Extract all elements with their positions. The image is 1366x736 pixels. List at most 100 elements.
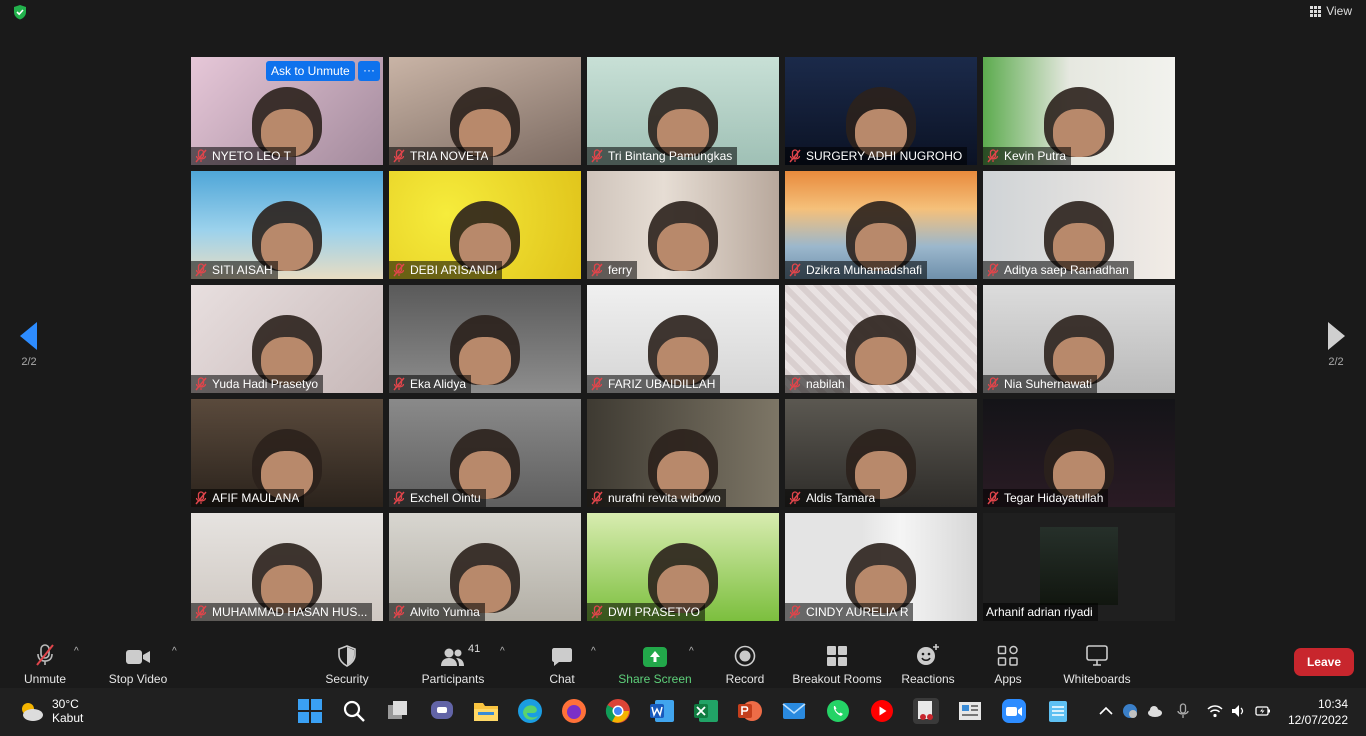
participant-name-bar: Nia Suhernawati bbox=[983, 375, 1098, 393]
apps-button[interactable]: Apps bbox=[988, 638, 1028, 686]
edge-browser-icon[interactable] bbox=[517, 698, 543, 724]
microphone-muted-icon bbox=[393, 491, 405, 505]
microphone-muted-icon bbox=[393, 149, 405, 163]
page-indicator-right: 2/2 bbox=[1328, 356, 1344, 368]
participant-tile[interactable]: Exchell Ointu bbox=[389, 399, 581, 507]
unmute-button[interactable]: Unmute bbox=[22, 638, 68, 686]
participant-tile[interactable]: FARIZ UBAIDILLAH bbox=[587, 285, 779, 393]
participant-name-bar: CINDY AURELIA R bbox=[785, 603, 914, 621]
start-icon[interactable] bbox=[297, 698, 323, 724]
wifi-icon[interactable] bbox=[1207, 703, 1223, 719]
next-page[interactable]: 2/2 bbox=[1316, 322, 1356, 368]
video-camera-icon bbox=[126, 650, 150, 664]
participant-name: NYETO LEO T bbox=[212, 149, 291, 163]
person-face bbox=[657, 223, 709, 271]
weather-widget[interactable]: 30°C Kabut bbox=[18, 697, 83, 725]
battery-charging-icon[interactable] bbox=[1255, 703, 1271, 719]
view-label: View bbox=[1326, 4, 1352, 18]
video-options-caret[interactable]: ^ bbox=[172, 646, 177, 657]
chat-options-caret[interactable]: ^ bbox=[591, 646, 596, 657]
share-options-caret[interactable]: ^ bbox=[689, 646, 694, 657]
news-app-icon[interactable] bbox=[957, 698, 983, 724]
participant-tile[interactable]: CINDY AURELIA R bbox=[785, 513, 977, 621]
microphone-muted-icon bbox=[789, 263, 801, 277]
participant-tile[interactable]: Dzikra Muhamadshafi bbox=[785, 171, 977, 279]
participant-tile[interactable]: Kevin Putra bbox=[983, 57, 1175, 165]
apps-label: Apps bbox=[994, 672, 1022, 686]
chat-bubble-icon bbox=[552, 648, 572, 666]
network-globe-icon[interactable] bbox=[1122, 703, 1138, 719]
previous-page[interactable]: 2/2 bbox=[9, 322, 49, 368]
time: 10:34 bbox=[1317, 697, 1348, 711]
reactions-button[interactable]: Reactions bbox=[898, 638, 958, 686]
chat-button[interactable]: Chat bbox=[542, 638, 582, 686]
whatsapp-icon[interactable] bbox=[825, 698, 851, 724]
participant-tile[interactable]: nurafni revita wibowo bbox=[587, 399, 779, 507]
word-icon[interactable] bbox=[649, 698, 675, 724]
participants-options-caret[interactable]: ^ bbox=[500, 646, 505, 657]
show-hidden-icons-chevron[interactable] bbox=[1098, 703, 1114, 719]
encryption-shield-icon[interactable] bbox=[12, 4, 28, 20]
participant-tile[interactable]: ferry bbox=[587, 171, 779, 279]
participant-name: Aditya saep Ramadhan bbox=[1004, 263, 1129, 277]
clock[interactable]: 10:34 12/07/2022 bbox=[1288, 696, 1348, 728]
zoom-icon[interactable] bbox=[1001, 698, 1027, 724]
task-view-icon[interactable] bbox=[385, 698, 411, 724]
participant-tile[interactable]: TRIA NOVETA bbox=[389, 57, 581, 165]
view-button[interactable]: View bbox=[1310, 4, 1352, 18]
unmute-label: Unmute bbox=[23, 672, 67, 686]
participant-tile[interactable]: NYETO LEO T Ask to Unmute ··· bbox=[191, 57, 383, 165]
mail-icon[interactable] bbox=[781, 698, 807, 724]
participant-tile[interactable]: nabilah bbox=[785, 285, 977, 393]
participant-name-bar: Eka Alidya bbox=[389, 375, 472, 393]
participant-tile[interactable]: Tegar Hidayatullah bbox=[983, 399, 1175, 507]
security-button[interactable]: Security bbox=[322, 638, 372, 686]
youtube-music-icon[interactable] bbox=[869, 698, 895, 724]
microphone-muted-icon bbox=[195, 263, 207, 277]
whiteboards-button[interactable]: Whiteboards bbox=[1060, 638, 1134, 686]
participant-tile[interactable]: Aditya saep Ramadhan bbox=[983, 171, 1175, 279]
participant-name-bar: Alvito Yumna bbox=[389, 603, 485, 621]
volume-icon[interactable] bbox=[1230, 703, 1246, 719]
chrome-icon[interactable] bbox=[605, 698, 631, 724]
participant-tile[interactable]: MUHAMMAD HASAN HUS... bbox=[191, 513, 383, 621]
leave-button[interactable]: Leave bbox=[1293, 648, 1354, 676]
more-options-button[interactable]: ··· bbox=[358, 61, 380, 81]
microphone-muted-icon bbox=[393, 605, 405, 619]
participant-tile[interactable]: SURGERY ADHI NUGROHO bbox=[785, 57, 977, 165]
onedrive-cloud-icon[interactable] bbox=[1147, 703, 1163, 719]
powerpoint-icon[interactable] bbox=[737, 698, 763, 724]
participant-name-bar: TRIA NOVETA bbox=[389, 147, 494, 165]
participant-name: ferry bbox=[608, 263, 632, 277]
microphone-tray-icon[interactable] bbox=[1175, 703, 1191, 719]
notepad-icon[interactable] bbox=[1045, 698, 1071, 724]
excel-icon[interactable] bbox=[693, 698, 719, 724]
participant-tile[interactable]: Yuda Hadi Prasetyo bbox=[191, 285, 383, 393]
audio-options-caret[interactable]: ^ bbox=[74, 646, 79, 657]
record-button[interactable]: Record bbox=[722, 638, 768, 686]
participant-tile[interactable]: Nia Suhernawati bbox=[983, 285, 1175, 393]
participant-name: Exchell Ointu bbox=[410, 491, 481, 505]
participant-tile[interactable]: Aldis Tamara bbox=[785, 399, 977, 507]
file-explorer-icon[interactable] bbox=[473, 698, 499, 724]
participant-tile[interactable]: AFIF MAULANA bbox=[191, 399, 383, 507]
teams-chat-icon[interactable] bbox=[429, 698, 455, 724]
participant-tile[interactable]: Tri Bintang Pamungkas bbox=[587, 57, 779, 165]
participant-name: Kevin Putra bbox=[1004, 149, 1067, 163]
participant-tile[interactable]: Arhanif adrian riyadi bbox=[983, 513, 1175, 621]
participant-tile[interactable]: SITI AISAH bbox=[191, 171, 383, 279]
participant-tile[interactable]: DWI PRASETYO bbox=[587, 513, 779, 621]
search-icon[interactable] bbox=[341, 698, 367, 724]
participant-tile[interactable]: Alvito Yumna bbox=[389, 513, 581, 621]
ask-to-unmute-button[interactable]: Ask to Unmute bbox=[266, 61, 355, 81]
share-screen-button[interactable]: Share Screen bbox=[618, 638, 692, 686]
participant-tile[interactable]: DEBI ARISANDI bbox=[389, 171, 581, 279]
breakout-rooms-button[interactable]: Breakout Rooms bbox=[790, 638, 884, 686]
right-arrow-icon bbox=[1328, 322, 1345, 350]
participants-count: 41 bbox=[468, 643, 481, 655]
stop-video-button[interactable]: Stop Video bbox=[106, 638, 170, 686]
snipping-tool-icon[interactable] bbox=[913, 698, 939, 724]
participant-tile[interactable]: Eka Alidya bbox=[389, 285, 581, 393]
firefox-icon[interactable] bbox=[561, 698, 587, 724]
meeting-toolbar: Unmute ^ Stop Video ^ Security Participa… bbox=[0, 634, 1366, 688]
